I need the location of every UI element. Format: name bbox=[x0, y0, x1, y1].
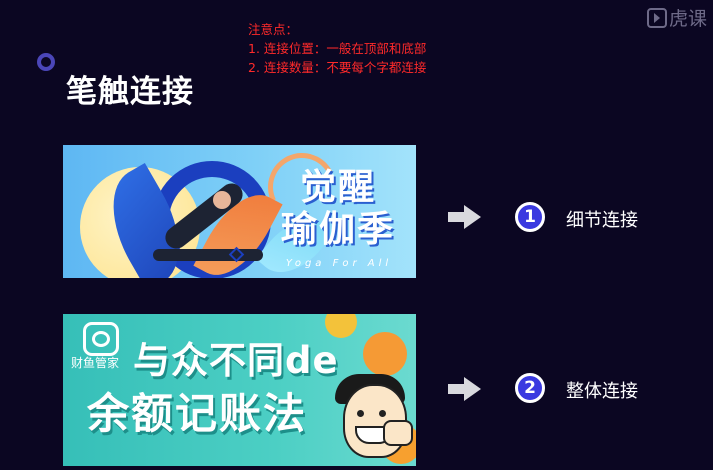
example-label-1: 细节连接 bbox=[566, 210, 638, 231]
page-title: 笔触连接 bbox=[66, 74, 194, 110]
yoga-banner-subtitle: Yoga For All bbox=[285, 258, 393, 269]
cartoon-fist bbox=[383, 420, 413, 446]
yoga-title-line2: 瑜伽季 bbox=[280, 209, 395, 250]
watermark-text: 虎课 bbox=[668, 8, 707, 30]
play-icon bbox=[646, 7, 667, 28]
finance-title-line2: 余额记账法 bbox=[87, 389, 308, 438]
arrow-right-icon bbox=[448, 205, 482, 229]
yoga-title-line1: 觉醒 bbox=[299, 167, 376, 208]
finance-banner-image: 财鱼管家 与众不同de 余额记账法 bbox=[63, 314, 416, 466]
orange-circle-shape bbox=[363, 332, 407, 376]
fish-logo-icon bbox=[83, 322, 119, 356]
step-badge-1: 1 bbox=[515, 202, 545, 232]
cartoon-eye-right bbox=[379, 410, 386, 417]
yoga-banner-image: 觉醒 瑜伽季 Yoga For All bbox=[63, 145, 416, 278]
finance-brand-name: 财鱼管家 bbox=[71, 356, 120, 370]
yoga-figure-legs bbox=[153, 249, 263, 261]
cartoon-eye-left bbox=[357, 410, 364, 417]
arrow-right-icon-2 bbox=[448, 377, 482, 401]
yoga-figure-head bbox=[213, 191, 231, 209]
notes-block: 注意点： 1. 连接位置：一般在顶部和底部 2. 连接数量：不要每个字都连接 bbox=[248, 20, 426, 77]
yoga-banner-title: 觉醒 瑜伽季 bbox=[263, 167, 413, 251]
notes-heading: 注意点： bbox=[248, 22, 299, 37]
notes-item-2: 2. 连接数量：不要每个字都连接 bbox=[248, 60, 427, 75]
example-label-2: 整体连接 bbox=[566, 381, 638, 402]
notes-item-1: 1. 连接位置：一般在顶部和底部 bbox=[248, 41, 427, 56]
step-badge-2: 2 bbox=[515, 373, 545, 403]
finance-title-line1: 与众不同de bbox=[133, 339, 339, 382]
watermark: 虎课 bbox=[646, 4, 707, 31]
decorative-ring-icon bbox=[37, 53, 55, 71]
